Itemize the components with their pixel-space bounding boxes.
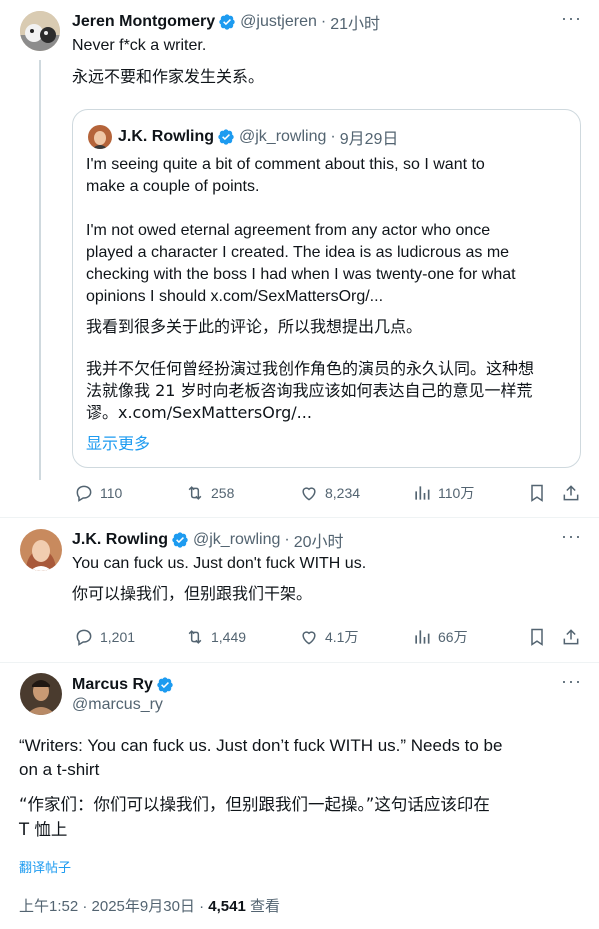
author-handle[interactable]: @marcus_ry [72, 696, 163, 714]
avatar-jeren[interactable] [20, 11, 60, 51]
quote-translation-line: 我看到很多关于此的评论，所以我想提出几点。 [86, 317, 423, 336]
reply-icon [76, 485, 92, 502]
tweet-translation-line: T 恤上 [19, 820, 68, 839]
author-name[interactable]: Jeren Montgomery [72, 13, 215, 31]
quote-time[interactable]: 9月29日 [340, 125, 399, 149]
separator: · [330, 128, 336, 145]
more-icon[interactable]: ··· [561, 526, 582, 547]
quote-text-line: I'm not owed eternal agreement from any … [86, 222, 491, 239]
author-handle[interactable]: @justjeren [240, 13, 317, 31]
timeline: Jeren Montgomery @justjeren · 21小时 ··· N… [0, 0, 599, 929]
like-icon [302, 487, 316, 501]
avatar-marcus[interactable] [20, 673, 62, 715]
tweet-text-line: “Writers: You can fuck us. Just don’t fu… [19, 736, 503, 755]
quote-header: J.K. Rowling @jk_rowling · 9月29日 [118, 125, 398, 149]
share-button[interactable] [561, 483, 587, 503]
tweet-translation-line: “作家们：你们可以操我们，但别跟我们一起操。”这句话应该印在 [19, 795, 490, 814]
tweet-translation: 永远不要和作家发生关系。 [72, 67, 265, 86]
timestamp[interactable]: 上午1:52 · 2025年9月30日 · [19, 898, 208, 915]
quote-text-line: checking with the boss I had when I was … [86, 266, 516, 283]
more-icon[interactable]: ··· [561, 671, 582, 692]
retweet-button[interactable]: 1,449 [185, 627, 246, 647]
separator: · [284, 531, 290, 548]
verified-badge-icon [172, 532, 188, 548]
tweet-text: Never f*ck a writer. [72, 37, 207, 54]
views-button[interactable]: 110万 [412, 483, 474, 503]
views-count: 66万 [438, 629, 468, 645]
view-count: 4,541 [208, 898, 246, 915]
like-count: 4.1万 [325, 629, 359, 645]
quote-text-line: opinions I should x.com/SexMattersOrg/..… [86, 288, 384, 305]
views-icon [415, 486, 430, 500]
translate-post-link[interactable]: 翻译帖子 [19, 857, 71, 876]
show-more-link[interactable]: 显示更多 [86, 433, 150, 455]
divider [0, 517, 599, 518]
bookmark-button[interactable] [527, 627, 553, 647]
quote-text-line: played a character I created. The idea i… [86, 244, 510, 261]
quote-tweet-card[interactable]: J.K. Rowling @jk_rowling · 9月29日 I'm see… [72, 109, 581, 468]
quote-translation-line: 法就像我 21 岁时向老板咨询我应该如何表达自己的意见一样荒 [86, 381, 533, 400]
retweet-icon [188, 486, 202, 500]
bookmark-icon [531, 628, 543, 646]
tweet-header: Marcus Ry [72, 674, 174, 696]
reply-count: 110 [100, 485, 123, 501]
thread-line [39, 60, 41, 480]
divider [0, 662, 599, 663]
quote-author-name[interactable]: J.K. Rowling [118, 128, 214, 146]
retweet-count: 258 [211, 485, 235, 501]
like-icon [302, 631, 316, 645]
tweet-header: Jeren Montgomery @justjeren · 21小时 [72, 11, 380, 33]
reply-button[interactable]: 110 [74, 483, 122, 503]
views-label: 查看 [245, 898, 280, 915]
retweet-count: 1,449 [211, 629, 247, 645]
like-button[interactable]: 8,234 [299, 483, 360, 503]
avatar-rowling-small[interactable] [88, 125, 112, 149]
tweet-meta: 上午1:52 · 2025年9月30日 · 4,541 查看 [19, 895, 280, 916]
quote-author-handle[interactable]: @jk_rowling [239, 128, 326, 146]
views-icon [415, 630, 430, 644]
quote-text-line: make a couple of points. [86, 178, 260, 195]
avatar-rowling[interactable] [20, 529, 62, 571]
reply-icon [76, 629, 92, 646]
quote-translation-line: 我并不欠任何曾经扮演过我创作角色的演员的永久认同。这种想 [86, 359, 535, 378]
tweet-time[interactable]: 21小时 [330, 10, 380, 34]
verified-badge-icon [219, 14, 235, 30]
author-name[interactable]: Marcus Ry [72, 676, 153, 694]
like-count: 8,234 [325, 485, 361, 501]
author-name[interactable]: J.K. Rowling [72, 531, 168, 549]
share-button[interactable] [561, 627, 587, 647]
reply-count: 1,201 [100, 629, 136, 645]
tweet-translation: 你可以操我们，但别跟我们干架。 [72, 584, 313, 603]
retweet-button[interactable]: 258 [185, 483, 234, 503]
tweet-text: You can fuck us. Just don't fuck WITH us… [72, 555, 367, 572]
like-button[interactable]: 4.1万 [299, 627, 358, 647]
views-button[interactable]: 66万 [412, 627, 468, 647]
views-count: 110万 [438, 485, 475, 501]
share-icon [563, 485, 579, 501]
verified-badge-icon [218, 129, 234, 145]
retweet-icon [188, 630, 202, 644]
share-icon [563, 629, 579, 645]
separator: · [320, 13, 327, 30]
bookmark-button[interactable] [527, 483, 553, 503]
verified-badge-icon [157, 677, 173, 693]
reply-button[interactable]: 1,201 [74, 627, 135, 647]
author-handle[interactable]: @jk_rowling [193, 531, 280, 549]
bookmark-icon [531, 484, 543, 502]
tweet-time[interactable]: 20小时 [294, 528, 344, 552]
tweet-header: J.K. Rowling @jk_rowling · 20小时 [72, 529, 344, 551]
quote-text-line: I'm seeing quite a bit of comment about … [86, 156, 485, 173]
quote-translation-line: 谬。x.com/SexMattersOrg/... [86, 403, 312, 422]
tweet-text-line: on a t-shirt [19, 760, 100, 779]
more-icon[interactable]: ··· [561, 8, 582, 29]
